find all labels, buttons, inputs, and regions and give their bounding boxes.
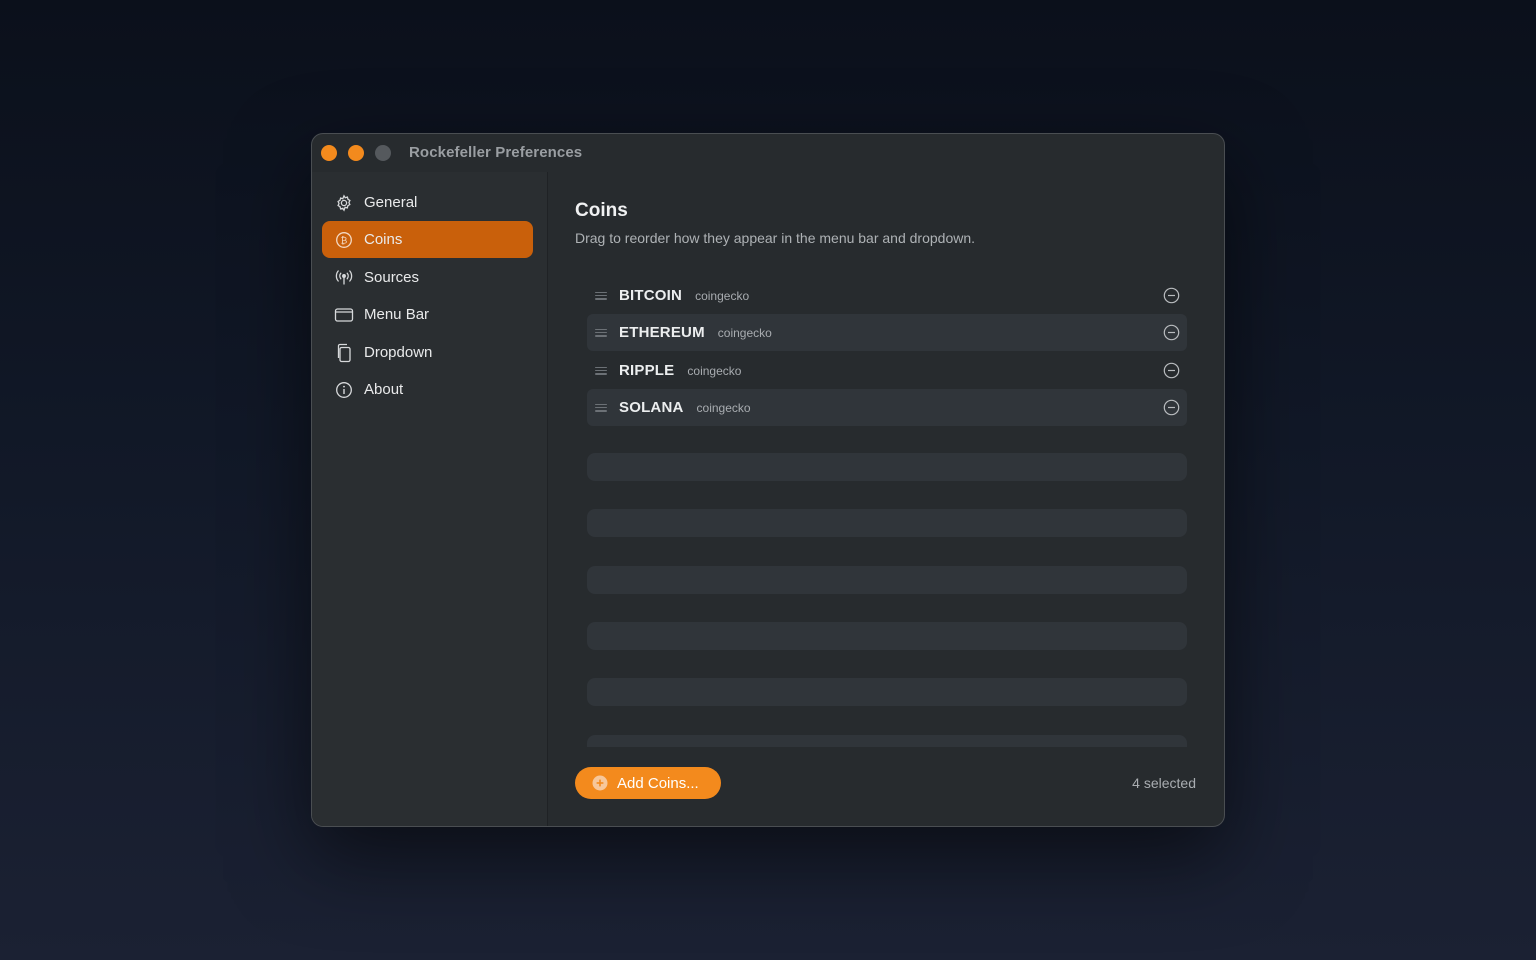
- coin-row-ethereum[interactable]: ETHEREUM coingecko: [587, 314, 1187, 351]
- titlebar[interactable]: Rockefeller Preferences: [312, 134, 1224, 172]
- drag-handle-icon[interactable]: [595, 403, 607, 412]
- coin-source: coingecko: [717, 325, 772, 340]
- coin-name: BITCOIN: [619, 287, 683, 304]
- selected-count: 4 selected: [1132, 775, 1196, 791]
- coin-source: coingecko: [687, 363, 742, 378]
- empty-row-placeholder: [587, 509, 1187, 537]
- gear-icon: [334, 193, 354, 213]
- empty-row-placeholder: [587, 566, 1187, 594]
- info-icon: [334, 380, 354, 400]
- sidebar-item-general[interactable]: General: [322, 184, 533, 221]
- drag-handle-icon[interactable]: [595, 366, 607, 375]
- coin-source: coingecko: [695, 288, 750, 303]
- sidebar-item-label: About: [364, 381, 404, 398]
- remove-coin-icon[interactable]: [1163, 399, 1180, 416]
- remove-coin-icon[interactable]: [1163, 324, 1180, 341]
- coin-row-solana[interactable]: SOLANA coingecko: [587, 389, 1187, 426]
- coin-name: ETHEREUM: [619, 324, 705, 341]
- preferences-window: Rockefeller Preferences General ₿ Coins …: [311, 133, 1225, 827]
- close-window-button[interactable]: [321, 145, 337, 161]
- sidebar-item-label: General: [364, 194, 418, 211]
- antenna-icon: [334, 268, 354, 288]
- sidebar-item-label: Sources: [364, 269, 420, 286]
- page-subtitle: Drag to reorder how they appear in the m…: [575, 230, 976, 246]
- sidebar-item-dropdown[interactable]: Dropdown: [322, 334, 533, 371]
- add-coins-button[interactable]: Add Coins...: [575, 767, 721, 799]
- plus-circle-icon: [592, 775, 608, 791]
- empty-row-placeholder: [587, 622, 1187, 650]
- sidebar: General ₿ Coins Sources Menu Bar Dropdow…: [312, 172, 548, 826]
- empty-row-placeholder: [587, 678, 1187, 706]
- sidebar-item-label: Coins: [364, 231, 403, 248]
- coin-name: RIPPLE: [619, 362, 675, 379]
- svg-text:₿: ₿: [341, 235, 348, 246]
- remove-coin-icon[interactable]: [1163, 287, 1180, 304]
- minimize-window-button[interactable]: [348, 145, 364, 161]
- sidebar-item-label: Menu Bar: [364, 306, 430, 323]
- drag-handle-icon[interactable]: [595, 291, 607, 300]
- sidebar-item-about[interactable]: About: [322, 371, 533, 408]
- coin-source: coingecko: [696, 400, 751, 415]
- page-title: Coins: [575, 200, 628, 221]
- coin-row-ripple[interactable]: RIPPLE coingecko: [587, 352, 1187, 389]
- coin-list[interactable]: BITCOIN coingecko ETHEREUM coingecko RIP…: [587, 277, 1187, 747]
- menubar-icon: [334, 305, 354, 325]
- empty-row-placeholder: [587, 735, 1187, 747]
- bitcoin-icon: ₿: [334, 230, 354, 250]
- coin-row-bitcoin[interactable]: BITCOIN coingecko: [587, 277, 1187, 314]
- sidebar-item-sources[interactable]: Sources: [322, 259, 533, 296]
- zoom-window-button[interactable]: [375, 145, 391, 161]
- sidebar-item-coins[interactable]: ₿ Coins: [322, 221, 533, 258]
- drag-handle-icon[interactable]: [595, 328, 607, 337]
- copy-icon: [334, 343, 354, 363]
- sidebar-item-label: Dropdown: [364, 344, 433, 361]
- coin-name: SOLANA: [619, 399, 684, 416]
- empty-row-placeholder: [587, 453, 1187, 481]
- window-title: Rockefeller Preferences: [409, 144, 583, 161]
- main-content: Coins Drag to reorder how they appear in…: [548, 172, 1224, 826]
- remove-coin-icon[interactable]: [1163, 362, 1180, 379]
- sidebar-item-menu-bar[interactable]: Menu Bar: [322, 296, 533, 333]
- add-coins-label: Add Coins...: [617, 774, 699, 792]
